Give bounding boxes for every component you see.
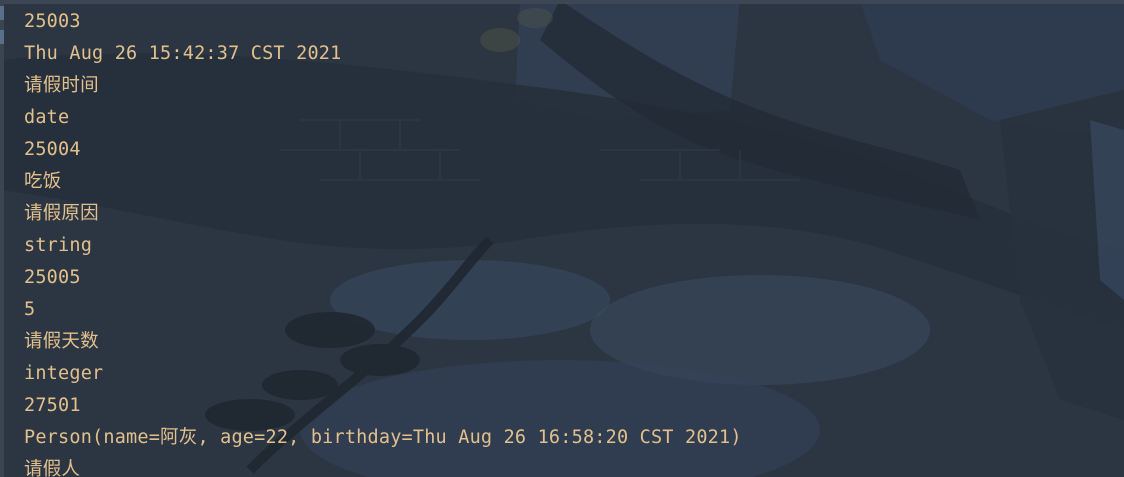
left-gutter	[0, 0, 4, 477]
gutter-marker	[0, 6, 4, 20]
console-line: 25005	[24, 267, 81, 288]
console-line: 吃饭	[24, 171, 62, 192]
console-output-panel: 25003 Thu Aug 26 15:42:37 CST 2021 请假时间 …	[0, 0, 1124, 477]
panel-top-border	[0, 0, 1124, 4]
console-line: Thu Aug 26 15:42:37 CST 2021	[24, 43, 342, 64]
console-line: 请假人	[24, 459, 81, 477]
console-line: 25003	[24, 11, 81, 32]
console-line: 请假原因	[24, 203, 99, 224]
console-line: integer	[24, 363, 104, 384]
gutter-marker	[0, 30, 4, 44]
console-lines: 25003 Thu Aug 26 15:42:37 CST 2021 请假时间 …	[24, 6, 742, 477]
console-line: date	[24, 107, 70, 128]
console-line: 请假天数	[24, 331, 99, 352]
console-line: 27501	[24, 395, 81, 416]
console-line: 25004	[24, 139, 81, 160]
console-line: 请假时间	[24, 75, 99, 96]
console-line: Person(name=阿灰, age=22, birthday=Thu Aug…	[24, 427, 742, 448]
console-line: 5	[24, 299, 36, 320]
console-line: string	[24, 235, 93, 256]
